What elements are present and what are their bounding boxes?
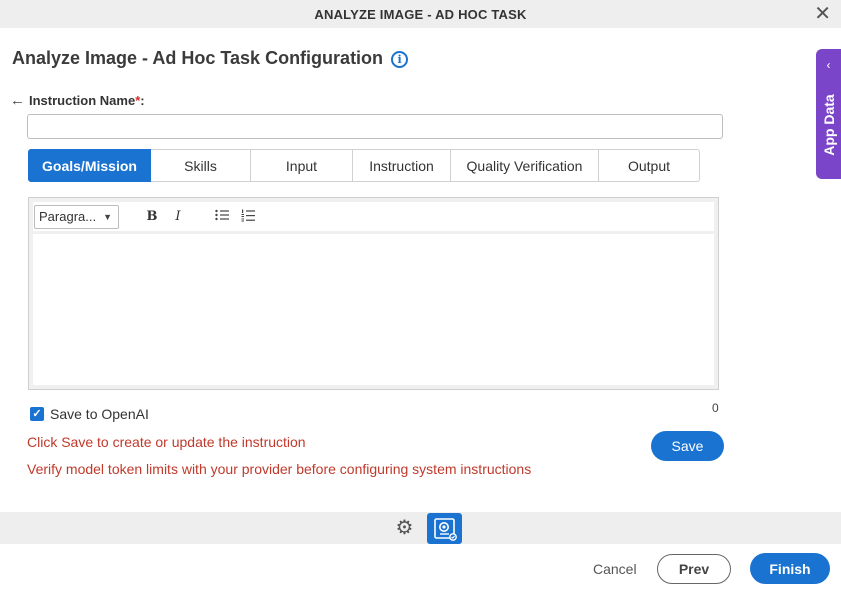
editor-content-area[interactable] [33, 234, 714, 385]
dialog-titlebar: ANALYZE IMAGE - AD HOC TASK ✕ [0, 0, 841, 28]
paragraph-format-select[interactable]: Paragra... ▼ [34, 204, 119, 229]
finish-button[interactable]: Finish [750, 553, 830, 584]
tab-quality-verification[interactable]: Quality Verification [451, 149, 599, 182]
tab-output[interactable]: Output [599, 149, 700, 182]
editor-toolbar: Paragra... ▼ B I [33, 202, 714, 231]
prev-button[interactable]: Prev [657, 554, 731, 584]
dialog-title: ANALYZE IMAGE - AD HOC TASK [314, 6, 527, 22]
save-to-openai-label: Save to OpenAI [50, 406, 149, 422]
app-data-label: App Data [821, 94, 837, 156]
bold-button[interactable]: B [145, 209, 159, 224]
instruction-name-text: Instruction Name [29, 93, 136, 108]
app-data-panel-toggle[interactable]: ‹ App Data [816, 49, 841, 179]
gear-icon[interactable]: ⚙ [394, 518, 415, 539]
image-analysis-icon[interactable] [427, 513, 462, 544]
italic-button[interactable]: I [171, 209, 185, 224]
page-heading: Analyze Image - Ad Hoc Task Configuratio… [12, 48, 409, 69]
close-icon[interactable]: ✕ [814, 4, 831, 24]
chevron-left-icon: ‹ [826, 58, 831, 72]
save-button[interactable]: Save [651, 431, 724, 461]
numbered-list-icon[interactable] [241, 209, 255, 225]
caret-down-icon: ▼ [103, 211, 112, 222]
paragraph-format-value: Paragra... [39, 209, 97, 224]
label-colon: : [140, 93, 145, 108]
arrow-left-icon[interactable]: ← [10, 92, 25, 109]
info-icon[interactable]: i [391, 51, 409, 68]
cancel-button[interactable]: Cancel [593, 561, 637, 577]
instruction-name-label: ← Instruction Name *: [10, 92, 145, 109]
bottom-toolbar [0, 512, 841, 544]
page-title: Analyze Image - Ad Hoc Task Configuratio… [12, 48, 384, 68]
tab-instruction[interactable]: Instruction [353, 149, 451, 182]
save-to-openai-option[interactable]: ✓ Save to OpenAI [30, 406, 149, 422]
tab-input[interactable]: Input [251, 149, 353, 182]
token-warning-message: Verify model token limits with your prov… [27, 461, 532, 477]
tab-goals-mission[interactable]: Goals/Mission [28, 149, 151, 182]
instruction-tabs: Goals/Mission Skills Input Instruction Q… [28, 149, 700, 182]
character-count: 0 [712, 401, 719, 415]
bulleted-list-icon[interactable] [215, 209, 229, 224]
instruction-name-input[interactable] [27, 114, 723, 139]
rich-text-editor: Paragra... ▼ B I [28, 197, 719, 390]
tab-skills[interactable]: Skills [151, 149, 251, 182]
save-hint-message: Click Save to create or update the instr… [27, 434, 306, 450]
save-to-openai-checkbox[interactable]: ✓ [30, 407, 44, 421]
